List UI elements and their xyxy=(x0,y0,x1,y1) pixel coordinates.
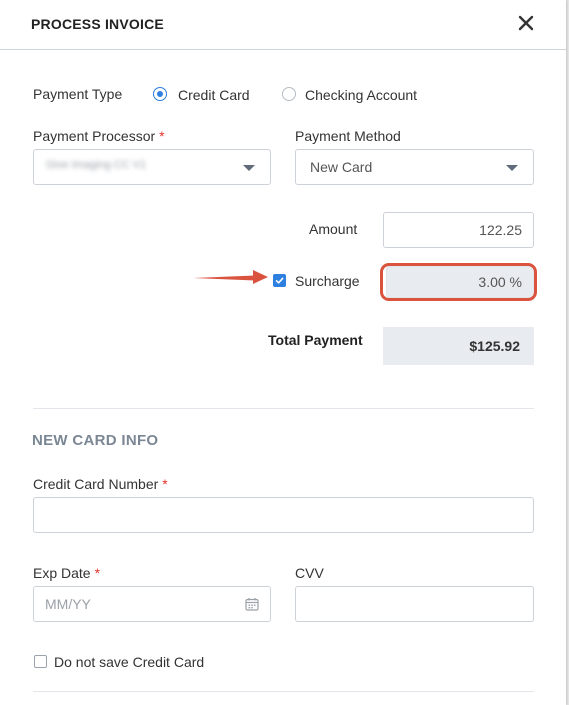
surcharge-checkbox[interactable] xyxy=(273,274,286,287)
payment-method-select[interactable]: New Card xyxy=(295,149,534,185)
modal-header: PROCESS INVOICE xyxy=(0,0,566,50)
modal-title: PROCESS INVOICE xyxy=(31,16,164,32)
cvv-label: CVV xyxy=(295,565,324,581)
credit-card-number-label-text: Credit Card Number xyxy=(33,476,159,492)
surcharge-label[interactable]: Surcharge xyxy=(295,273,360,289)
total-payment-value: $125.92 xyxy=(469,338,520,354)
amount-value: 122.25 xyxy=(479,222,522,238)
required-marker: * xyxy=(162,476,168,492)
checking-account-radio-label[interactable]: Checking Account xyxy=(305,87,417,103)
credit-card-number-label: Credit Card Number * xyxy=(33,476,168,492)
new-card-info-heading: NEW CARD INFO xyxy=(32,432,159,449)
checking-account-radio[interactable] xyxy=(282,87,296,101)
chevron-down-icon xyxy=(506,165,518,171)
annotation-arrow-icon xyxy=(193,270,268,284)
credit-card-radio-label[interactable]: Credit Card xyxy=(178,87,250,103)
cvv-input[interactable] xyxy=(295,586,534,622)
total-payment-box: $125.92 xyxy=(383,327,534,365)
chevron-down-icon xyxy=(243,165,255,171)
payment-processor-value: Give Imaging CC V1 xyxy=(46,159,147,171)
divider xyxy=(33,691,534,692)
close-icon[interactable] xyxy=(515,12,537,34)
do-not-save-card-label[interactable]: Do not save Credit Card xyxy=(54,654,204,670)
required-marker: * xyxy=(94,565,101,581)
amount-input[interactable]: 122.25 xyxy=(383,212,534,248)
payment-processor-select[interactable]: Give Imaging CC V1 xyxy=(33,149,271,185)
exp-date-placeholder: MM/YY xyxy=(45,596,91,612)
divider xyxy=(33,408,534,409)
exp-date-label-text: Exp Date xyxy=(33,565,91,581)
required-marker: * xyxy=(159,128,165,144)
credit-card-radio[interactable] xyxy=(153,87,167,101)
calendar-icon[interactable] xyxy=(245,597,259,611)
payment-method-value: New Card xyxy=(310,159,373,175)
payment-method-label: Payment Method xyxy=(295,128,401,144)
do-not-save-card-checkbox[interactable] xyxy=(34,655,47,668)
exp-date-label: Exp Date * xyxy=(33,565,100,581)
annotation-highlight xyxy=(380,263,537,301)
exp-date-input[interactable]: MM/YY xyxy=(33,586,271,622)
process-invoice-modal: PROCESS INVOICE Payment Type Credit Card… xyxy=(0,0,566,705)
payment-type-label: Payment Type xyxy=(33,86,123,102)
amount-label: Amount xyxy=(309,221,358,237)
checkmark-icon xyxy=(275,277,284,284)
payment-processor-label: Payment Processor * xyxy=(33,128,165,144)
payment-processor-label-text: Payment Processor xyxy=(33,128,156,144)
credit-card-number-input[interactable] xyxy=(33,497,534,533)
total-payment-label: Total Payment xyxy=(268,332,363,348)
